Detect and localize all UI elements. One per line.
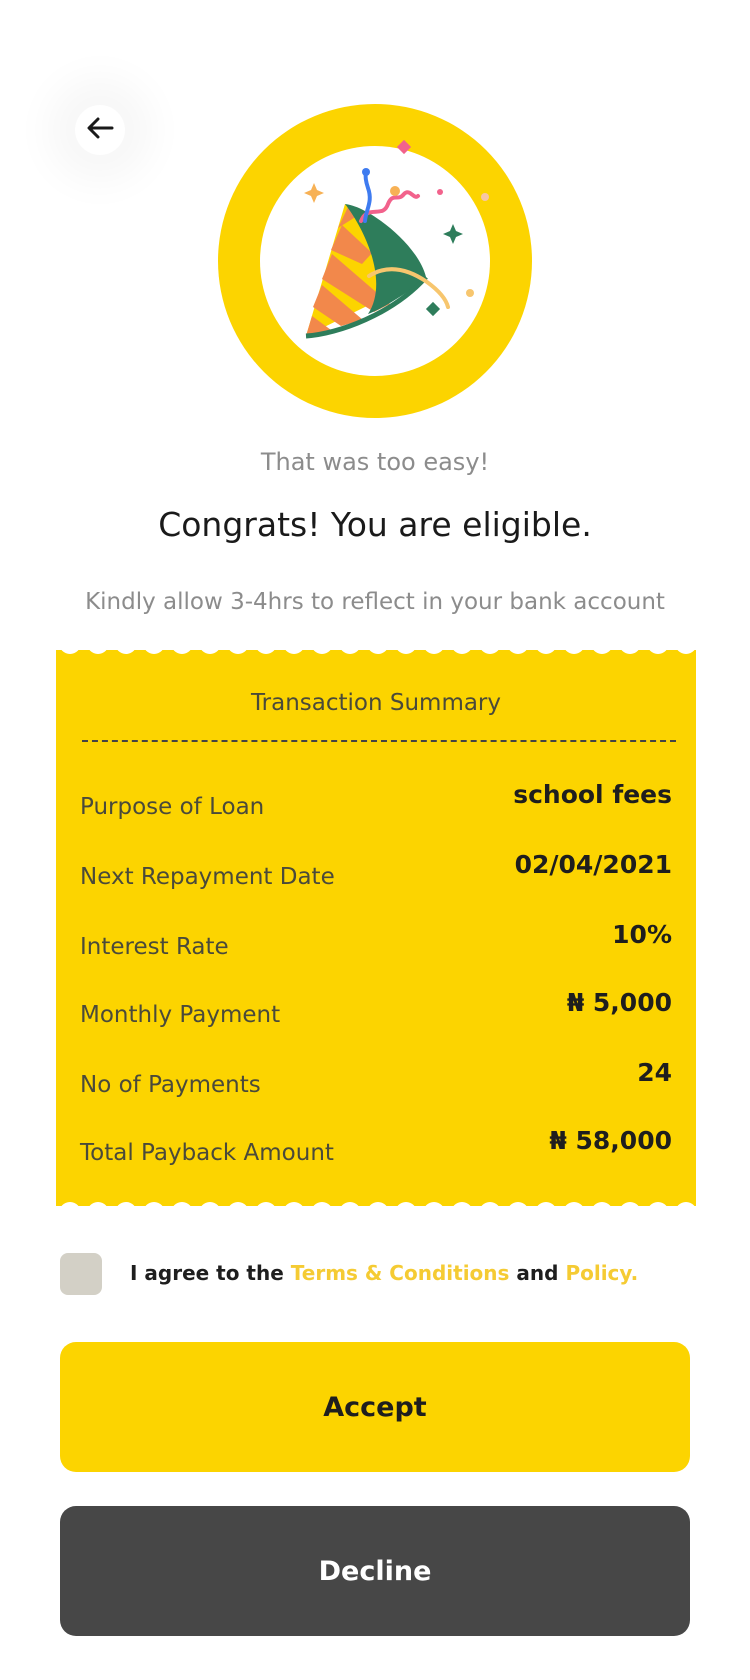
policy-link[interactable]: Policy.: [565, 1261, 638, 1285]
terms-checkbox[interactable]: [60, 1253, 102, 1295]
summary-row-no-of-payments: No of Payments 24: [80, 1058, 672, 1098]
transaction-summary-card: Transaction Summary Purpose of Loan scho…: [56, 641, 696, 1215]
summary-row-label: Total Payback Amount: [80, 1140, 334, 1166]
summary-row-label: No of Payments: [80, 1072, 261, 1098]
back-button[interactable]: [75, 105, 125, 155]
summary-row-label: Interest Rate: [80, 934, 229, 960]
arrow-left-icon: [86, 116, 114, 144]
summary-divider: [82, 740, 676, 742]
summary-row-interest-rate: Interest Rate 10%: [80, 920, 672, 960]
decline-button[interactable]: Decline: [60, 1506, 690, 1636]
summary-row-value: ₦ 58,000: [549, 1126, 672, 1155]
success-badge: [218, 104, 532, 418]
summary-row-purpose: Purpose of Loan school fees: [80, 780, 672, 820]
processing-notice: Kindly allow 3-4hrs to reflect in your b…: [85, 589, 665, 615]
terms-agreement: I agree to the Terms & Conditions and Po…: [60, 1253, 720, 1295]
page-title: Congrats! You are eligible.: [158, 505, 592, 544]
terms-agreement-text: I agree to the Terms & Conditions and Po…: [130, 1261, 638, 1285]
summary-row-value: 10%: [612, 920, 672, 949]
summary-row-label: Monthly Payment: [80, 1002, 281, 1028]
summary-row-value: school fees: [513, 780, 672, 809]
terms-prefix: I agree to the: [130, 1261, 284, 1285]
accept-button[interactable]: Accept: [60, 1342, 690, 1472]
terms-conditions-link[interactable]: Terms & Conditions: [291, 1261, 510, 1285]
party-popper-icon: [304, 139, 489, 339]
success-subtitle: That was too easy!: [260, 448, 490, 476]
ticket-edge-bottom: [59, 1202, 696, 1215]
summary-row-label: Purpose of Loan: [80, 794, 265, 820]
summary-row-total-payback: Total Payback Amount ₦ 58,000: [80, 1126, 672, 1166]
summary-row-monthly-payment: Monthly Payment ₦ 5,000: [80, 988, 672, 1028]
terms-joiner: and: [516, 1261, 559, 1285]
summary-row-value: ₦ 5,000: [566, 988, 672, 1017]
ticket-edge-top: [59, 641, 696, 654]
summary-row-next-repayment: Next Repayment Date 02/04/2021: [80, 850, 672, 890]
summary-row-label: Next Repayment Date: [80, 864, 335, 890]
summary-title: Transaction Summary: [250, 690, 502, 716]
summary-row-value: 02/04/2021: [514, 850, 672, 879]
summary-row-value: 24: [637, 1058, 672, 1087]
